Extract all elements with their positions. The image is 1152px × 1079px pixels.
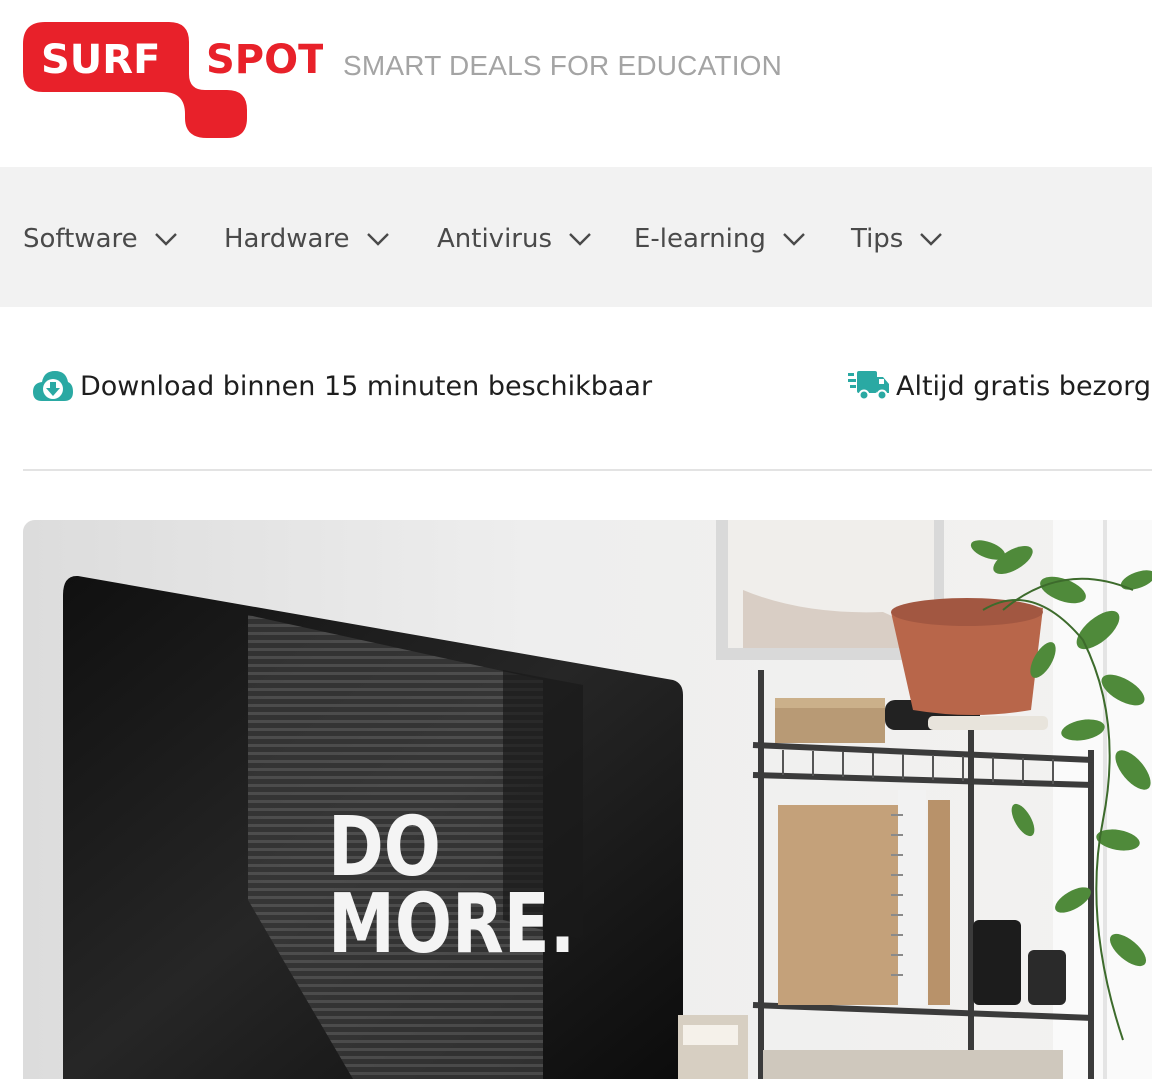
nav-item-label: Hardware	[224, 224, 350, 254]
nav-item-label: E-learning	[634, 224, 766, 254]
notebook	[778, 805, 898, 1005]
hero-screen-text-2: MORE.	[328, 875, 575, 971]
nav-item-hardware[interactable]: Hardware	[224, 221, 390, 257]
chevron-down-icon	[569, 233, 591, 246]
usp-download-text: Download binnen 15 minuten beschikbaar	[80, 370, 653, 402]
chevron-down-icon	[366, 233, 389, 246]
nav-item-label: Tips	[851, 224, 904, 254]
chevron-down-icon	[783, 233, 805, 246]
nav-item-label: Software	[23, 224, 138, 254]
tagline: SMART DEALS FOR EDUCATION	[343, 50, 783, 81]
section-divider	[23, 469, 1152, 471]
chevron-down-icon	[154, 233, 177, 246]
cloud-download-icon	[33, 371, 73, 401]
logo-word-surf: SURF	[41, 37, 160, 83]
usp-delivery: Altijd gratis bezorg	[848, 366, 1151, 406]
site-header: SURF SPOT SMART DEALS FOR EDUCATION	[0, 0, 1152, 167]
nav-item-tips[interactable]: Tips	[851, 221, 943, 257]
nav-item-e-learning[interactable]: E-learning	[634, 221, 806, 257]
logo-word-spot: SPOT	[206, 37, 323, 83]
chevron-down-icon	[920, 233, 943, 246]
hero-image: DO MORE.	[23, 520, 1152, 1079]
camera-lens	[973, 920, 1021, 1005]
usp-download: Download binnen 15 minuten beschikbaar	[32, 366, 652, 406]
delivery-truck-icon	[848, 371, 889, 401]
nav-item-software[interactable]: Software	[23, 221, 178, 257]
surfspot-logo[interactable]: SURF SPOT	[23, 22, 323, 140]
nav-item-label: Antivirus	[437, 224, 553, 254]
hero-banner[interactable]: DO MORE.	[23, 520, 1152, 1079]
usp-delivery-text: Altijd gratis bezorg	[896, 370, 1152, 402]
nav-item-antivirus[interactable]: Antivirus	[437, 221, 592, 257]
binder	[898, 790, 926, 1005]
main-nav: Software Hardware Antivirus E-learning T…	[0, 167, 1152, 307]
